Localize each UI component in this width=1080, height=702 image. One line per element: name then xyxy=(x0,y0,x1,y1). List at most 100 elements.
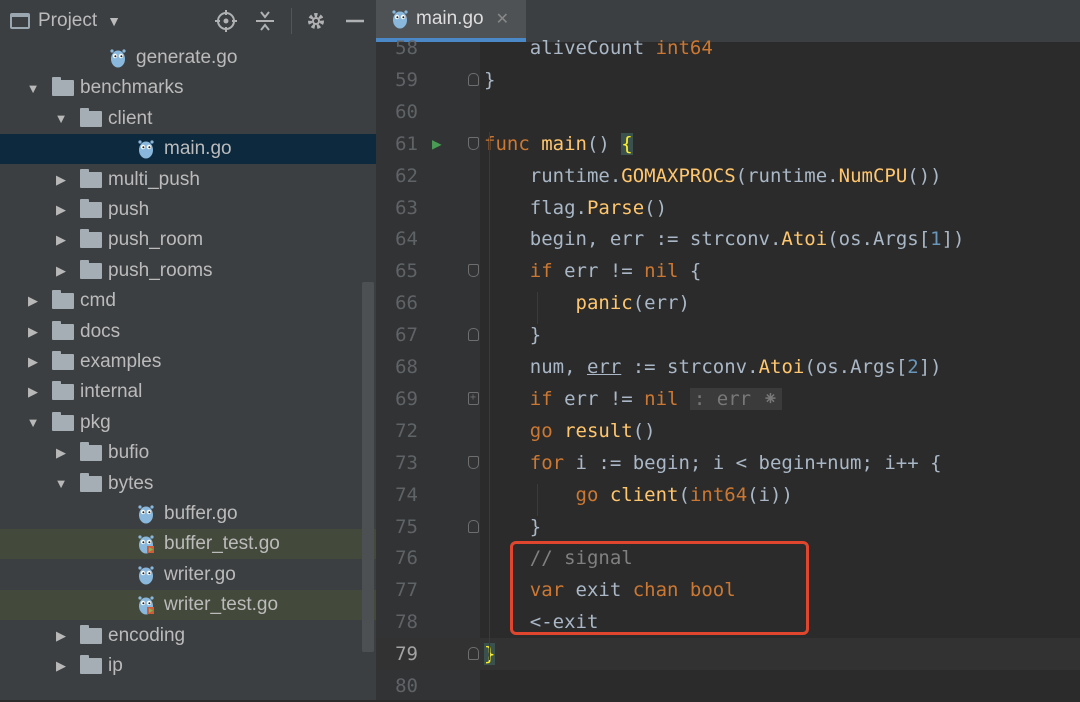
code-line[interactable]: 59} xyxy=(376,64,1080,96)
chevron-down-icon[interactable]: ▼ xyxy=(54,476,68,491)
code-line[interactable]: 65 if err != nil { xyxy=(376,255,1080,287)
code-text[interactable]: begin, err := strconv.Atoi(os.Args[1]) xyxy=(484,223,965,255)
line-number[interactable]: 79 xyxy=(376,638,418,670)
run-icon[interactable]: ▶ xyxy=(432,128,442,160)
code-text[interactable]: func main() { xyxy=(484,128,633,160)
line-number[interactable]: 74 xyxy=(376,479,418,511)
tree-item-push-rooms[interactable]: ▶ push_rooms xyxy=(0,256,376,286)
project-scrollbar[interactable] xyxy=(362,282,374,652)
code-text[interactable]: runtime.GOMAXPROCS(runtime.NumCPU()) xyxy=(484,160,942,192)
code-text[interactable]: go result() xyxy=(484,415,656,447)
chevron-right-icon[interactable]: ▶ xyxy=(26,354,40,370)
chevron-down-icon[interactable]: ▼ xyxy=(107,13,121,29)
code-line[interactable]: 64 begin, err := strconv.Atoi(os.Args[1]… xyxy=(376,223,1080,255)
fold-icon[interactable] xyxy=(468,647,479,661)
tree-item-bytes[interactable]: ▼ bytes xyxy=(0,469,376,499)
code-text[interactable]: flag.Parse() xyxy=(484,192,667,224)
line-number[interactable]: 61 xyxy=(376,128,418,160)
chevron-right-icon[interactable]: ▶ xyxy=(26,384,40,400)
line-number[interactable]: 58 xyxy=(376,32,418,64)
line-number[interactable]: 59 xyxy=(376,64,418,96)
line-number[interactable]: 73 xyxy=(376,447,418,479)
expand-fold-icon[interactable]: + xyxy=(468,391,479,405)
line-number[interactable]: 69 xyxy=(376,383,418,415)
fold-icon[interactable] xyxy=(468,328,479,342)
code-line[interactable]: 72 go result() xyxy=(376,415,1080,447)
code-line[interactable]: 67 } xyxy=(376,319,1080,351)
chevron-right-icon[interactable]: ▶ xyxy=(26,293,40,309)
tree-item-encoding[interactable]: ▶ encoding xyxy=(0,621,376,651)
line-number[interactable]: 75 xyxy=(376,511,418,543)
tree-item-ip[interactable]: ▶ ip xyxy=(0,651,376,681)
fold-icon[interactable] xyxy=(468,136,479,150)
code-text[interactable]: num, err := strconv.Atoi(os.Args[2]) xyxy=(484,351,942,383)
line-number[interactable]: 80 xyxy=(376,670,418,702)
line-number[interactable]: 68 xyxy=(376,351,418,383)
fold-icon[interactable] xyxy=(468,455,479,469)
code-line[interactable]: 62 runtime.GOMAXPROCS(runtime.NumCPU()) xyxy=(376,160,1080,192)
code-line[interactable]: 79} xyxy=(376,638,1080,671)
code-line[interactable]: 63 flag.Parse() xyxy=(376,192,1080,224)
fold-icon[interactable] xyxy=(468,264,479,278)
code-line[interactable]: 80 xyxy=(376,670,1080,702)
line-number[interactable]: 78 xyxy=(376,606,418,638)
line-number[interactable]: 76 xyxy=(376,542,418,574)
tree-item-examples[interactable]: ▶ examples xyxy=(0,347,376,377)
tree-item-benchmarks[interactable]: ▼ benchmarks xyxy=(0,73,376,103)
line-number[interactable]: 64 xyxy=(376,223,418,255)
chevron-down-icon[interactable]: ▼ xyxy=(54,111,68,126)
collapse-icon[interactable] xyxy=(252,8,278,34)
code-line[interactable]: 58 aliveCount int64 xyxy=(376,32,1080,64)
code-line[interactable]: 60 xyxy=(376,96,1080,128)
tree-item-push[interactable]: ▶ push xyxy=(0,195,376,225)
code-text[interactable]: } xyxy=(484,319,541,351)
minimize-icon[interactable] xyxy=(342,8,368,34)
chevron-down-icon[interactable]: ▼ xyxy=(26,415,40,430)
tree-item-buffer-go[interactable]: buffer.go xyxy=(0,499,376,529)
code-text[interactable]: aliveCount int64 xyxy=(484,32,713,64)
project-title[interactable]: Project xyxy=(38,10,97,32)
target-icon[interactable] xyxy=(213,8,239,34)
tree-item-writer-go[interactable]: writer.go xyxy=(0,560,376,590)
tree-item-writer-test-go[interactable]: writer_test.go xyxy=(0,590,376,621)
tree-item-docs[interactable]: ▶ docs xyxy=(0,317,376,347)
code-text[interactable]: } xyxy=(484,511,541,543)
close-icon[interactable]: ✕ xyxy=(496,9,509,29)
tree-item-push-room[interactable]: ▶ push_room xyxy=(0,225,376,255)
gear-icon[interactable] xyxy=(303,8,329,34)
code-text[interactable]: } xyxy=(484,64,495,96)
tree-item-buffer-test-go[interactable]: buffer_test.go xyxy=(0,529,376,560)
line-number[interactable]: 67 xyxy=(376,319,418,351)
tree-item-pkg[interactable]: ▼ pkg xyxy=(0,408,376,438)
chevron-right-icon[interactable]: ▶ xyxy=(54,628,68,644)
chevron-right-icon[interactable]: ▶ xyxy=(54,263,68,279)
line-number[interactable]: 65 xyxy=(376,255,418,287)
tree-item-bufio[interactable]: ▶ bufio xyxy=(0,438,376,468)
code-text[interactable]: if err != nil { xyxy=(484,255,702,287)
chevron-right-icon[interactable]: ▶ xyxy=(26,324,40,340)
code-line[interactable]: 68 num, err := strconv.Atoi(os.Args[2]) xyxy=(376,351,1080,383)
tree-item-internal[interactable]: ▶ internal xyxy=(0,377,376,407)
line-number[interactable]: 77 xyxy=(376,574,418,606)
code-text[interactable]: panic(err) xyxy=(484,287,690,319)
chevron-down-icon[interactable]: ▼ xyxy=(26,81,40,96)
code-text[interactable]: for i := begin; i < begin+num; i++ { xyxy=(484,447,942,479)
code-line[interactable]: 69 + if err != nil : err ⁕ xyxy=(376,383,1080,415)
code-text[interactable]: if err != nil : err ⁕ xyxy=(484,383,783,415)
chevron-right-icon[interactable]: ▶ xyxy=(54,658,68,674)
code-line[interactable]: 66 panic(err) xyxy=(376,287,1080,319)
tree-item-multi-push[interactable]: ▶ multi_push xyxy=(0,165,376,195)
chevron-right-icon[interactable]: ▶ xyxy=(54,445,68,461)
chevron-right-icon[interactable]: ▶ xyxy=(54,232,68,248)
line-number[interactable]: 60 xyxy=(376,96,418,128)
line-number[interactable]: 63 xyxy=(376,192,418,224)
line-number[interactable]: 72 xyxy=(376,415,418,447)
tree-item-cmd[interactable]: ▶ cmd xyxy=(0,286,376,316)
code-line[interactable]: 61 ▶ func main() { xyxy=(376,128,1080,160)
fold-icon[interactable] xyxy=(468,519,479,533)
code-line[interactable]: 73 for i := begin; i < begin+num; i++ { xyxy=(376,447,1080,479)
tree-item-client[interactable]: ▼ client xyxy=(0,104,376,134)
tree-item-generate-go[interactable]: generate.go xyxy=(0,43,376,73)
line-number[interactable]: 62 xyxy=(376,160,418,192)
fold-icon[interactable] xyxy=(468,72,479,86)
